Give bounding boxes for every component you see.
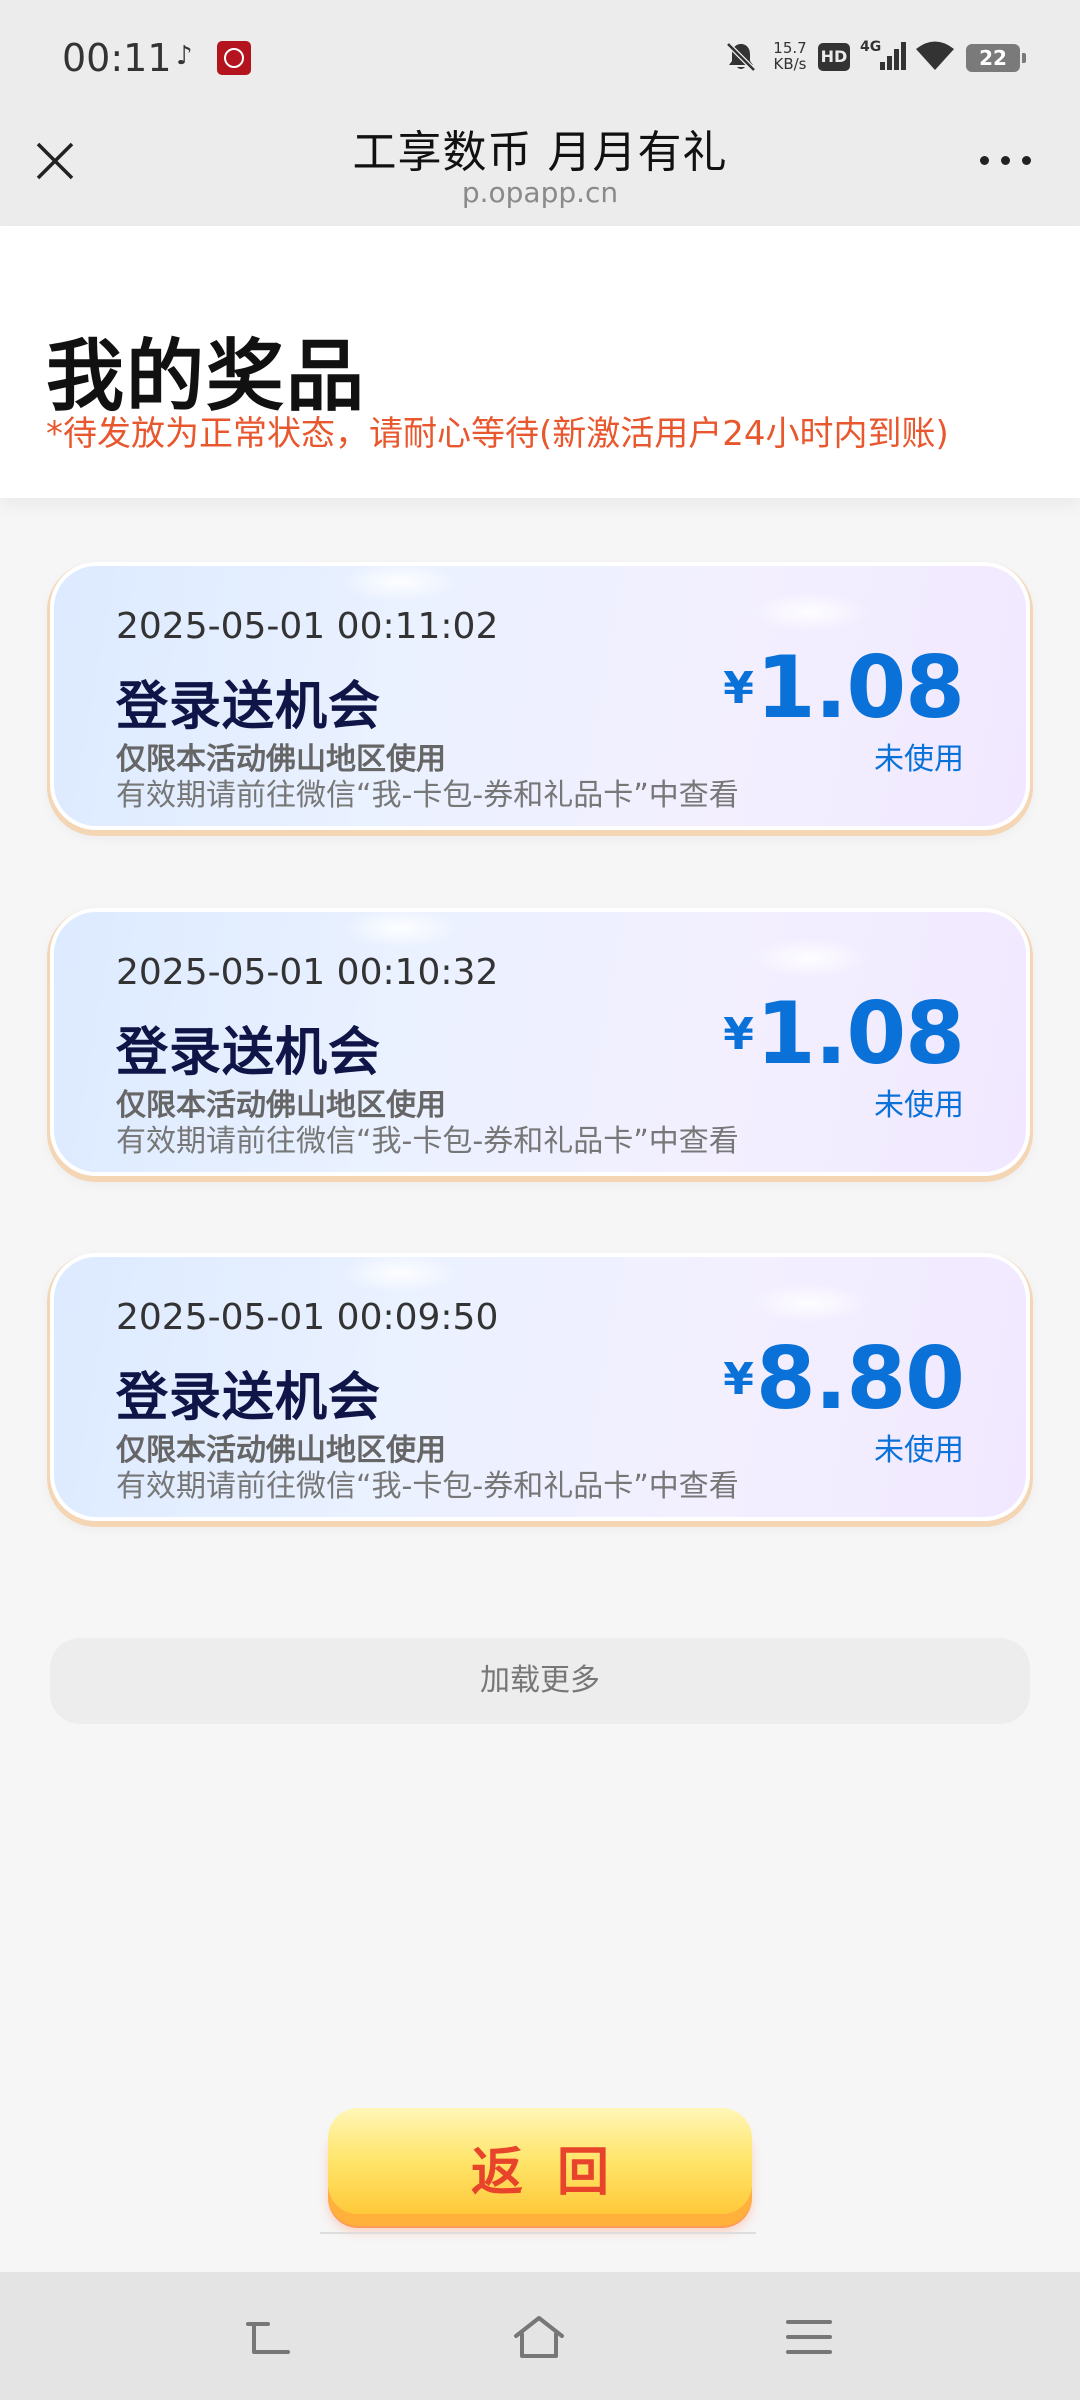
sparkle-decoration: [750, 938, 870, 978]
hd-badge: HD: [818, 43, 850, 71]
status-bar: 00:11 ♪ 15.7 KB/s HD 4G 22: [0, 0, 1080, 100]
prize-card[interactable]: 2025-05-01 00:11:02 登录送机会 仅限本活动佛山地区使用 有效…: [50, 562, 1030, 830]
network-type: 4G: [860, 39, 881, 55]
currency-symbol: ¥: [723, 1354, 754, 1405]
prize-notice: *待发放为正常状态，请耐心等待(新激活用户24小时内到账): [46, 414, 949, 454]
sparkle-decoration: [340, 1253, 460, 1293]
prize-status: 未使用: [874, 742, 964, 777]
sparkle-decoration: [340, 908, 460, 948]
net-speed-value: 15.7: [773, 39, 807, 57]
prize-expiry: 有效期请前往微信“我-卡包-券和礼品卡”中查看: [116, 1124, 739, 1159]
prize-card[interactable]: 2025-05-01 00:09:50 登录送机会 仅限本活动佛山地区使用 有效…: [50, 1253, 1030, 1521]
net-speed-unit: KB/s: [773, 55, 807, 73]
prize-date: 2025-05-01 00:09:50: [116, 1297, 499, 1338]
prize-name: 登录送机会: [116, 677, 382, 737]
page-url: p.opapp.cn: [461, 176, 619, 209]
amount-value: 1.08: [755, 984, 965, 1084]
mute-icon: [726, 42, 756, 72]
more-options-icon[interactable]: [976, 148, 1036, 172]
net-speed: 15.7 KB/s: [770, 40, 810, 72]
prize-amount: ¥1.08: [723, 984, 965, 1084]
prize-header: 我的奖品 *待发放为正常状态，请耐心等待(新激活用户24小时内到账): [0, 226, 1080, 498]
amount-value: 1.08: [755, 638, 965, 738]
prize-status: 未使用: [874, 1433, 964, 1468]
bank-app-icon: [217, 41, 251, 75]
prize-amount: ¥1.08: [723, 638, 965, 738]
back-nav-icon[interactable]: [244, 2312, 298, 2362]
status-time: 00:11: [62, 36, 172, 80]
menu-nav-icon[interactable]: [782, 2312, 836, 2362]
sparkle-decoration: [750, 592, 870, 632]
title-bar: 工享数币 月月有礼 p.opapp.cn: [0, 100, 1080, 226]
home-nav-icon[interactable]: [512, 2312, 566, 2362]
signal-icon: 4G: [860, 39, 906, 70]
page-title: 工享数币 月月有礼: [352, 127, 728, 178]
prize-card[interactable]: 2025-05-01 00:10:32 登录送机会 仅限本活动佛山地区使用 有效…: [50, 908, 1030, 1176]
battery-icon: 22: [966, 44, 1026, 72]
prize-status: 未使用: [874, 1088, 964, 1123]
prize-date: 2025-05-01 00:11:02: [116, 606, 499, 647]
currency-symbol: ¥: [723, 663, 754, 714]
back-button-label: 返回: [470, 2143, 643, 2203]
sparkle-decoration: [750, 1283, 870, 1323]
amount-value: 8.80: [755, 1329, 965, 1429]
load-more-button[interactable]: 加载更多: [50, 1638, 1030, 1724]
wifi-icon: [916, 41, 954, 70]
prize-amount: ¥8.80: [723, 1329, 965, 1429]
prize-date: 2025-05-01 00:10:32: [116, 952, 499, 993]
tiktok-icon: ♪: [176, 41, 193, 71]
sparkle-decoration: [340, 562, 460, 602]
prize-name: 登录送机会: [116, 1368, 382, 1428]
prize-name: 登录送机会: [116, 1023, 382, 1083]
prize-expiry: 有效期请前往微信“我-卡包-券和礼品卡”中查看: [116, 778, 739, 813]
system-nav-bar: [0, 2272, 1080, 2400]
currency-symbol: ¥: [723, 1009, 754, 1060]
back-button[interactable]: 返回: [328, 2108, 752, 2214]
prize-expiry: 有效期请前往微信“我-卡包-券和礼品卡”中查看: [116, 1469, 739, 1504]
divider: [320, 2232, 756, 2234]
